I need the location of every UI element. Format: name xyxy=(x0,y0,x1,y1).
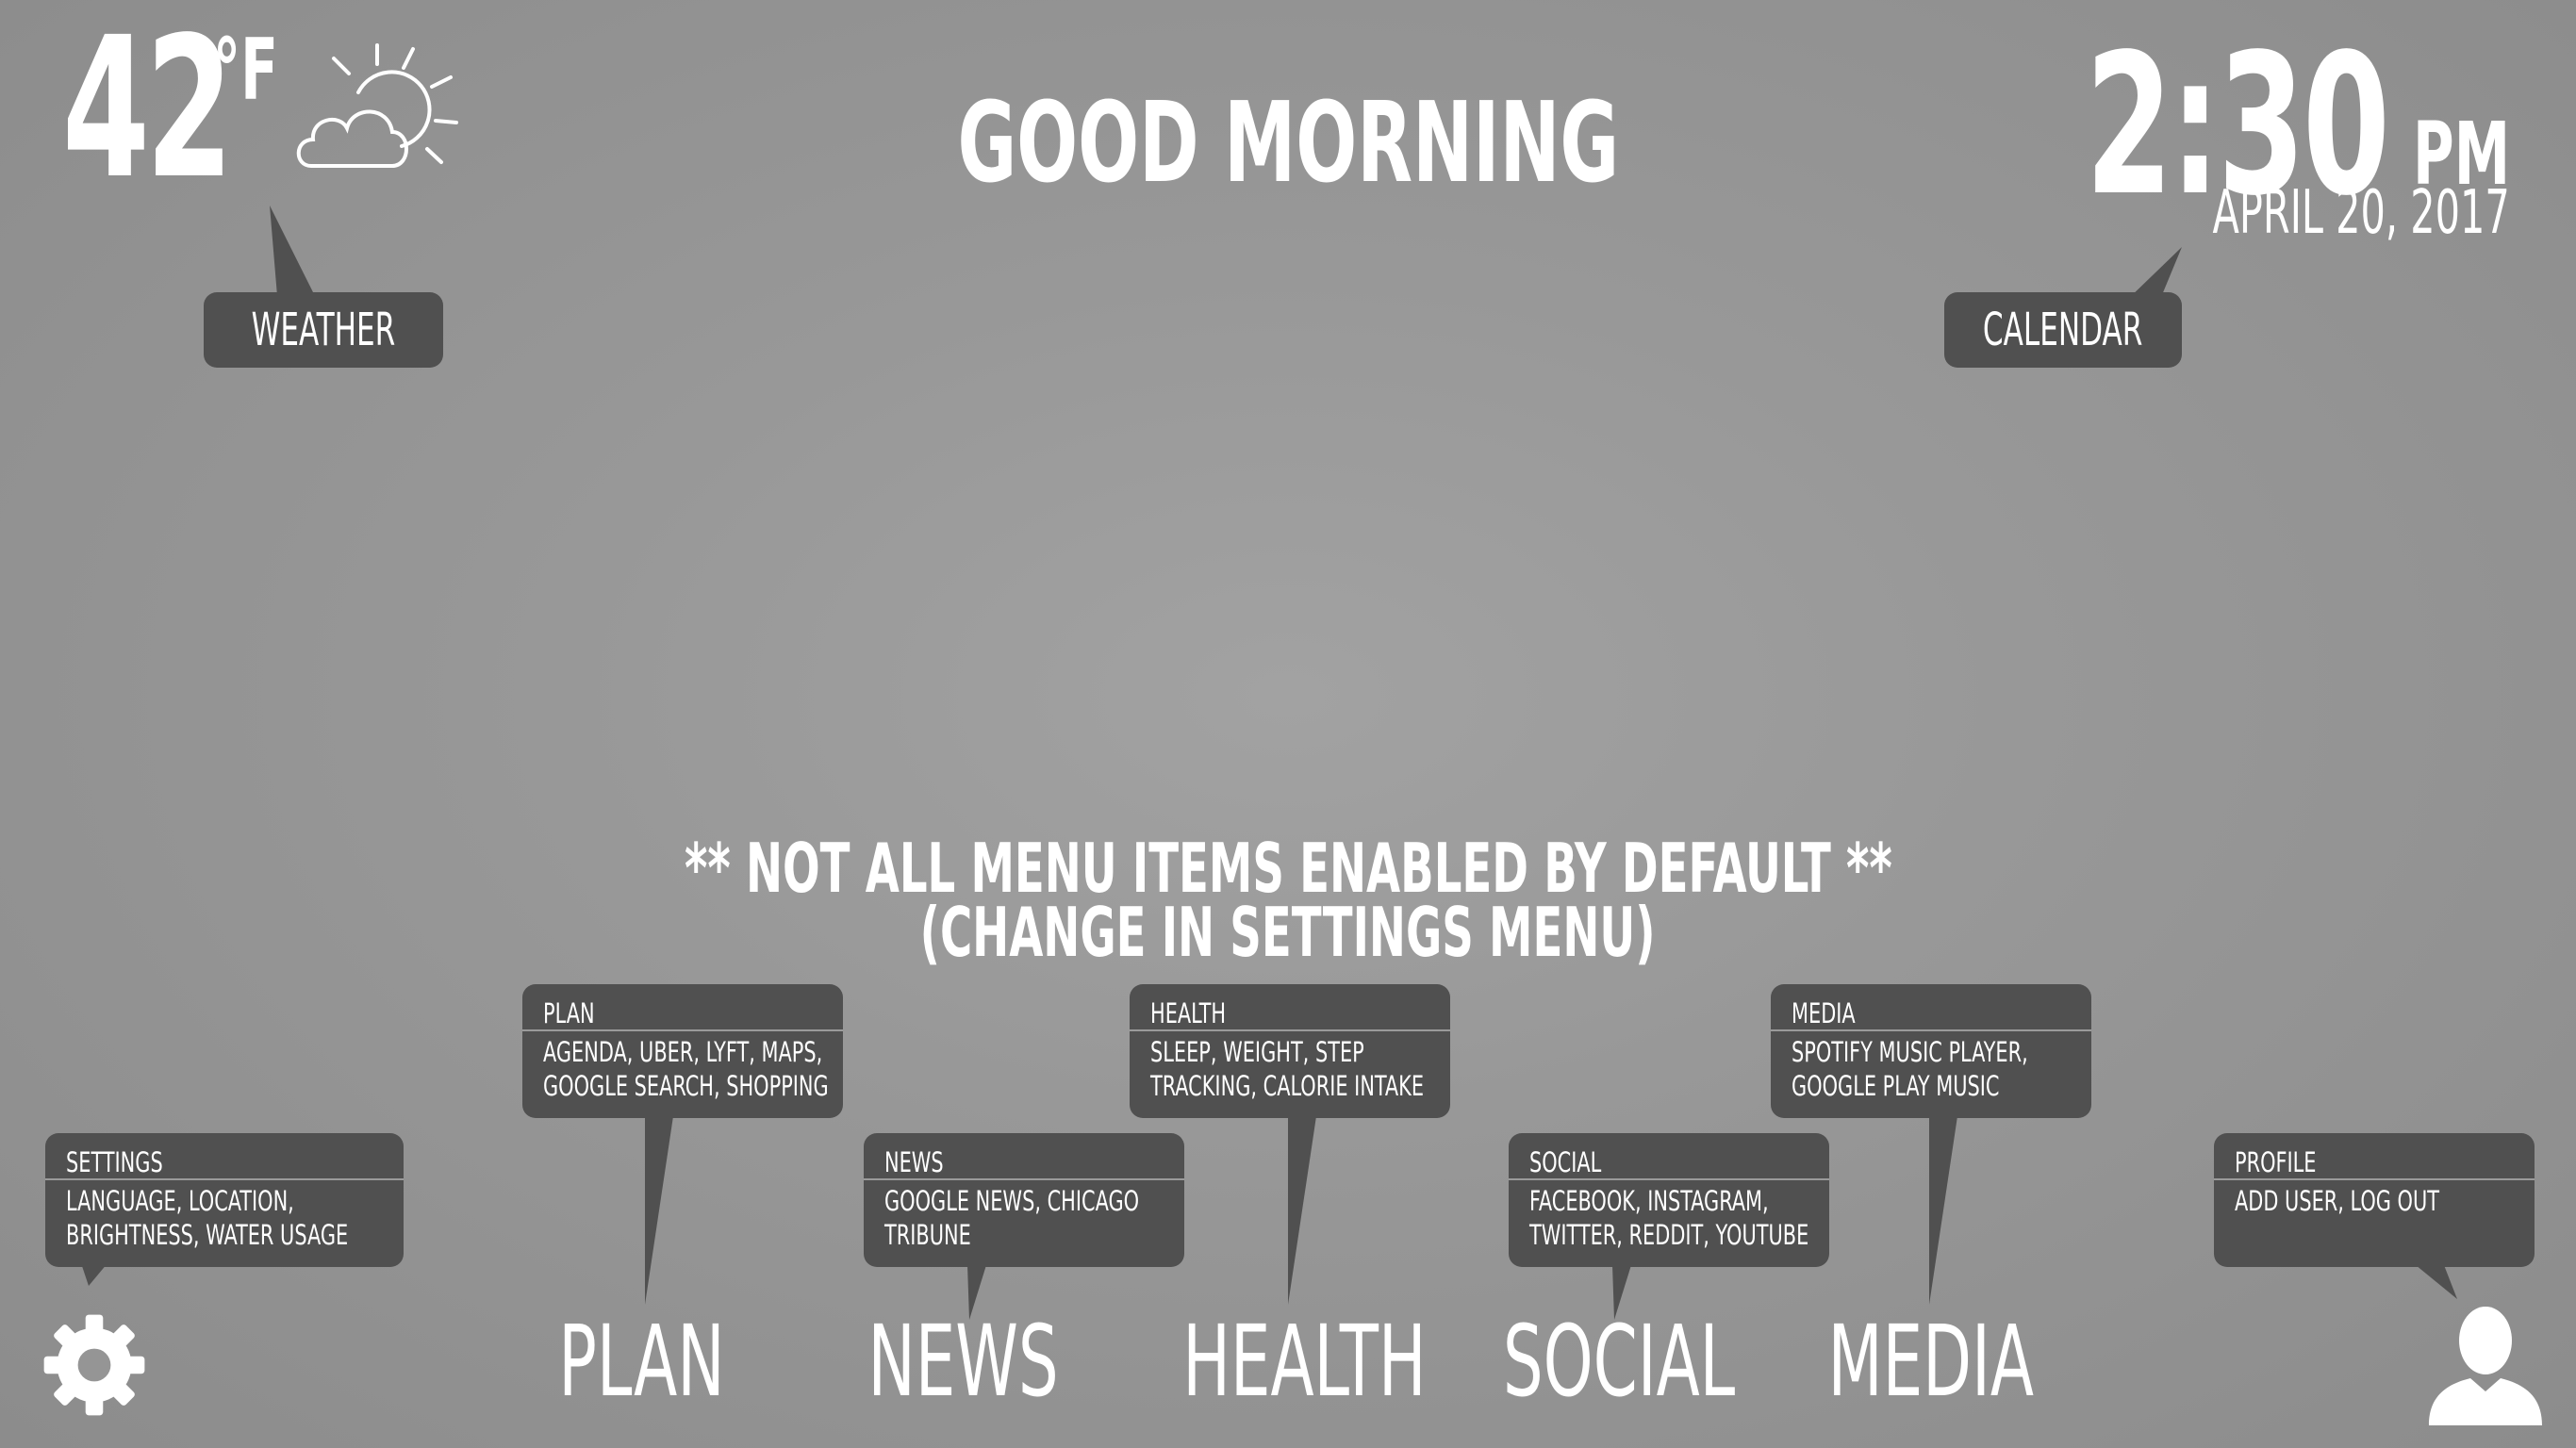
plan-callout-desc: AGENDA, UBER, LYFT, MAPS, GOOGLE SEARCH,… xyxy=(543,1036,829,1102)
media-button[interactable]: MEDIA xyxy=(1780,1312,2082,1410)
notice-line-1-text: ** NOT ALL MENU ITEMS ENABLED BY DEFAULT… xyxy=(684,829,1892,908)
social-callout-desc: FACEBOOK, INSTAGRAM, TWITTER, REDDIT, YO… xyxy=(1529,1185,1809,1251)
media-button-label: MEDIA xyxy=(1827,1304,2035,1419)
news-callout: NEWS GOOGLE NEWS, CHICAGO TRIBUNE xyxy=(864,1133,1184,1267)
profile-callout: PROFILE ADD USER, LOG OUT xyxy=(2214,1133,2535,1267)
plan-button[interactable]: PLAN xyxy=(490,1312,792,1410)
media-callout-desc: SPOTIFY MUSIC PLAYER, GOOGLE PLAY MUSIC xyxy=(1792,1036,2028,1102)
user-icon[interactable] xyxy=(2421,1305,2550,1425)
notice-line-1: ** NOT ALL MENU ITEMS ENABLED BY DEFAULT… xyxy=(0,829,2576,908)
settings-callout-divider xyxy=(45,1178,404,1180)
profile-callout-title: PROFILE xyxy=(2235,1146,2317,1178)
weather-button[interactable]: WEATHER xyxy=(204,292,443,368)
news-button[interactable]: NEWS xyxy=(813,1312,1115,1410)
plan-callout-tail xyxy=(645,1116,673,1305)
settings-callout: SETTINGS LANGUAGE, LOCATION, BRIGHTNESS,… xyxy=(45,1133,404,1267)
health-callout-divider xyxy=(1130,1029,1450,1031)
profile-callout-desc: ADD USER, LOG OUT xyxy=(2235,1185,2440,1217)
plan-button-label: PLAN xyxy=(557,1304,725,1419)
media-callout: MEDIA SPOTIFY MUSIC PLAYER, GOOGLE PLAY … xyxy=(1771,984,2091,1118)
weather-button-label: WEATHER xyxy=(251,304,396,356)
profile-callout-divider xyxy=(2214,1178,2535,1180)
social-button[interactable]: SOCIAL xyxy=(1458,1312,1759,1410)
notice-line-2-text: (CHANGE IN SETTINGS MENU) xyxy=(920,893,1656,972)
profile-callout-tail xyxy=(2416,1265,2457,1299)
plan-callout-title: PLAN xyxy=(543,997,595,1029)
settings-callout-title: SETTINGS xyxy=(66,1146,163,1178)
health-button[interactable]: HEALTH xyxy=(1135,1312,1437,1410)
clock-date: APRIL 20, 2017 xyxy=(2212,178,2510,248)
social-callout-title: SOCIAL xyxy=(1529,1146,1602,1178)
social-callout: SOCIAL FACEBOOK, INSTAGRAM, TWITTER, RED… xyxy=(1509,1133,1829,1267)
gear-icon[interactable] xyxy=(40,1310,149,1420)
settings-callout-tail xyxy=(81,1263,107,1286)
news-button-label: NEWS xyxy=(867,1304,1060,1419)
calendar-button[interactable]: CALENDAR xyxy=(1944,292,2182,368)
media-callout-tail xyxy=(1929,1116,1957,1305)
news-callout-desc: GOOGLE NEWS, CHICAGO TRIBUNE xyxy=(884,1185,1140,1251)
social-callout-divider xyxy=(1509,1178,1829,1180)
settings-callout-desc: LANGUAGE, LOCATION, BRIGHTNESS, WATER US… xyxy=(66,1185,349,1251)
media-callout-title: MEDIA xyxy=(1792,997,1856,1029)
news-callout-divider xyxy=(864,1178,1184,1180)
plan-callout-divider xyxy=(522,1029,843,1031)
news-callout-title: NEWS xyxy=(884,1146,944,1178)
calendar-button-label: CALENDAR xyxy=(1983,304,2143,356)
notice-line-2: (CHANGE IN SETTINGS MENU) xyxy=(0,893,2576,972)
plan-callout: PLAN AGENDA, UBER, LYFT, MAPS, GOOGLE SE… xyxy=(522,984,843,1118)
social-button-label: SOCIAL xyxy=(1502,1304,1736,1419)
health-callout: HEALTH SLEEP, WEIGHT, STEP TRACKING, CAL… xyxy=(1130,984,1450,1118)
health-callout-title: HEALTH xyxy=(1150,997,1227,1029)
health-button-label: HEALTH xyxy=(1182,1304,1427,1419)
health-callout-tail xyxy=(1288,1116,1316,1305)
greeting-text: GOOD MORNING xyxy=(957,77,1619,207)
weather-callout-tail xyxy=(268,206,324,296)
health-callout-desc: SLEEP, WEIGHT, STEP TRACKING, CALORIE IN… xyxy=(1150,1036,1425,1102)
media-callout-divider xyxy=(1771,1029,2091,1031)
